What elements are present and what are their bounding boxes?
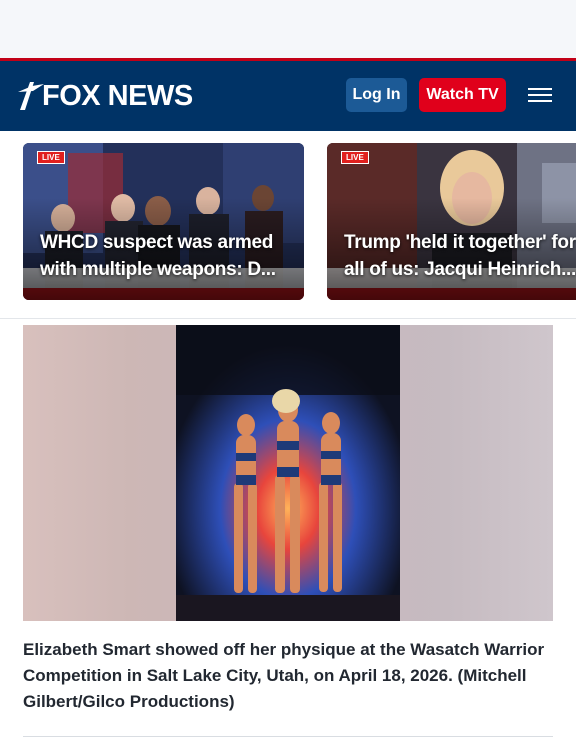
story-card[interactable]: LIVE Trump 'held it together' for all of… xyxy=(327,143,576,300)
article-photo-main xyxy=(176,325,400,621)
watch-tv-button[interactable]: Watch TV xyxy=(419,78,506,112)
site-header: FOX NEWS Log In Watch TV xyxy=(0,61,576,131)
photo-caption: Elizabeth Smart showed off her physique … xyxy=(23,640,545,711)
fox-news-logo[interactable]: FOX NEWS xyxy=(16,77,193,115)
live-badge: LIVE xyxy=(341,151,369,164)
live-badge: LIVE xyxy=(37,151,65,164)
caption-divider xyxy=(23,736,553,737)
logo-text: FOX NEWS xyxy=(42,79,193,112)
top-ad-space xyxy=(0,0,576,58)
section-divider xyxy=(0,318,576,319)
story-card[interactable]: LIVE WHCD suspect was armed with multipl… xyxy=(23,143,304,300)
story-headline[interactable]: WHCD suspect was armed with multiple wea… xyxy=(40,229,296,283)
login-button[interactable]: Log In xyxy=(346,78,407,112)
competitors-image xyxy=(176,325,400,621)
story-headline[interactable]: Trump 'held it together' for all of us: … xyxy=(344,229,576,283)
top-stories-carousel[interactable]: LIVE WHCD suspect was armed with multipl… xyxy=(0,131,576,318)
hamburger-menu-icon[interactable] xyxy=(528,85,554,105)
article-photo[interactable] xyxy=(23,325,553,621)
